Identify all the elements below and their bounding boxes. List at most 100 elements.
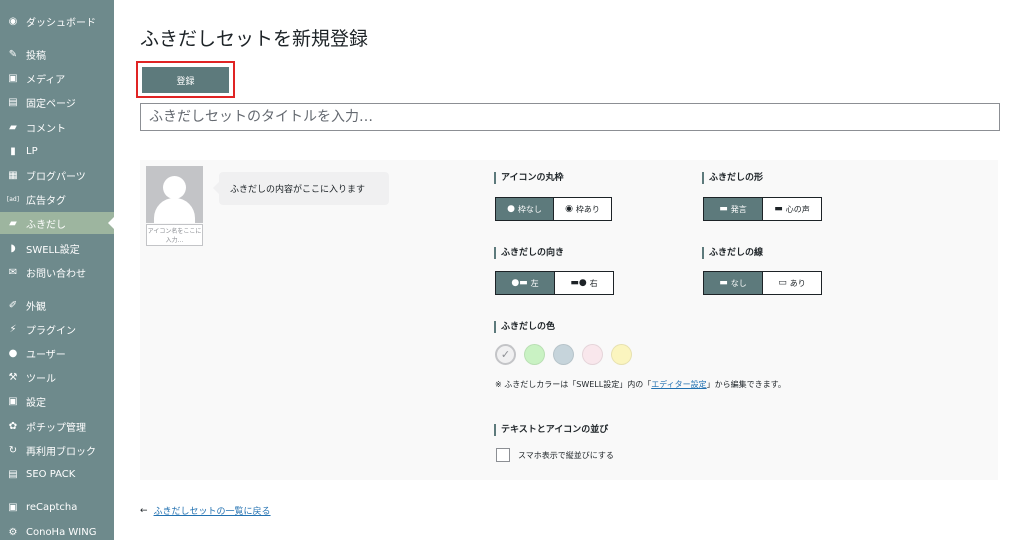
line-none-label: なし [730, 278, 747, 288]
sidebar-item[interactable]: ▰ ふきだし [0, 212, 114, 234]
sidebar-item-label: ConoHa WING [26, 526, 97, 538]
sidebar-item[interactable]: ✿ ポチップ管理 [0, 415, 114, 437]
avatar-head-shape [163, 176, 186, 199]
sidebar-item-label: ユーザー [26, 349, 66, 361]
recaptcha-icon: ▣ [8, 501, 18, 513]
direction-right-option[interactable]: ▬● 右 [554, 272, 613, 294]
main-content: ふきだしセットを新規登録 登録 アイコン名をここに入力... ふきだしの内容がこ… [114, 0, 1024, 540]
sidebar-item-label: ブログパーツ [26, 171, 86, 183]
line-on-option[interactable]: ▭ あり [762, 272, 821, 294]
register-button[interactable]: 登録 [142, 67, 229, 93]
line-on-label: あり [789, 278, 806, 288]
balloon-preview: ふきだしの内容がここに入ります [213, 172, 389, 205]
balloon-icon: ▰ [9, 217, 17, 229]
balloon-outline-icon: ▭ [778, 278, 787, 288]
stack-on-mobile-label: スマホ表示で縦並びにする [518, 450, 614, 460]
direction-left-option[interactable]: ●▬ 左 [496, 272, 554, 294]
swell-icon: ◗ [10, 242, 16, 254]
page-title: ふきだしセットを新規登録 [140, 28, 369, 50]
sidebar-item[interactable]: ✎ 投稿 [0, 43, 114, 65]
direction-toggle: ●▬ 左 ▬● 右 [495, 271, 614, 295]
mail-icon: ✉ [8, 266, 18, 278]
color-note: ※ ふきだしカラーは「SWELL設定」内の「エディター設定」から編集できます。 [495, 379, 786, 390]
right-balloon-icon: ▬● [570, 278, 587, 288]
sidebar-item[interactable]: ✉ お問い合わせ [0, 261, 114, 283]
avatar-placeholder[interactable] [146, 166, 203, 223]
sidebar-item-label: 再利用ブロック [26, 446, 96, 458]
left-balloon-icon: ●▬ [511, 278, 528, 288]
color-swatch-blue[interactable] [553, 344, 574, 365]
sidebar-item[interactable]: ◉ ダッシュボード [0, 10, 114, 32]
stack-on-mobile-checkbox[interactable] [496, 448, 510, 462]
sidebar-item[interactable]: ⚡ プラグイン [0, 318, 114, 340]
balloon-no-line-icon: ▬ [719, 278, 728, 288]
sidebar-item[interactable]: ↻ 再利用ブロック [0, 439, 114, 461]
icon-border-toggle: ● 枠なし ◉ 枠あり [495, 197, 612, 221]
page-icon: ▤ [8, 96, 18, 108]
icon-border-label: アイコンの丸枠 [494, 172, 564, 184]
sidebar-item-label: 設定 [26, 397, 46, 409]
sidebar-item[interactable]: ⚙ ConoHa WING [0, 521, 114, 540]
settings-panel: アイコン名をここに入力... ふきだしの内容がここに入ります アイコンの丸枠 ●… [140, 160, 998, 480]
sidebar-item-label: SEO PACK [26, 468, 76, 480]
sidebar-item-label: プラグイン [26, 325, 76, 337]
sidebar-item[interactable]: ◗ SWELL設定 [0, 237, 114, 259]
sidebar-item[interactable]: ▰ コメント [0, 116, 114, 138]
comment-icon: ▰ [9, 121, 17, 133]
dashboard-icon: ◉ [8, 15, 18, 27]
sidebar-item-label: お問い合わせ [26, 268, 86, 280]
avatar-body-shape [154, 198, 195, 223]
user-icon: ● [507, 204, 515, 214]
wrench-icon: ⚒ [8, 371, 18, 383]
circle-user-icon: ◉ [565, 204, 573, 214]
sidebar-item[interactable]: ▤ 固定ページ [0, 91, 114, 113]
pin-icon: ✎ [8, 48, 18, 60]
sidebar-item[interactable]: ▣ 設定 [0, 390, 114, 412]
back-link-row: ← ふきだしセットの一覧に戻る [140, 504, 271, 518]
icon-border-none-option[interactable]: ● 枠なし [496, 198, 553, 220]
direction-label: ふきだしの向き [494, 247, 564, 259]
icon-border-on-option[interactable]: ◉ 枠あり [553, 198, 611, 220]
editor-settings-link[interactable]: エディター設定 [651, 380, 706, 389]
sidebar-item-label: SWELL設定 [26, 244, 80, 256]
color-note-suffix: 」から編集できます。 [706, 380, 786, 389]
shape-speech-label: 発言 [730, 204, 747, 214]
sidebar-item-label: LP [26, 145, 38, 157]
media-icon: ▣ [8, 72, 18, 84]
color-swatch-yellow[interactable] [611, 344, 632, 365]
order-label: テキストとアイコンの並び [494, 424, 608, 436]
grid-icon: ▦ [8, 169, 18, 181]
direction-right-label: 右 [589, 278, 598, 288]
shape-thought-option[interactable]: ▬ 心の声 [762, 198, 821, 220]
sidebar-item-label: 外観 [26, 301, 46, 313]
icon-border-on-label: 枠あり [575, 204, 600, 214]
sidebar-item[interactable]: ▮ LP [0, 140, 114, 162]
line-none-option[interactable]: ▬ なし [704, 272, 762, 294]
register-highlight-box: 登録 [136, 61, 235, 98]
sidebar-item[interactable]: [ad] 広告タグ [0, 188, 114, 210]
sidebar-item[interactable]: ▣ メディア [0, 67, 114, 89]
color-swatch-default[interactable]: ✓ [495, 344, 516, 365]
sidebar-item[interactable]: ● ユーザー [0, 342, 114, 364]
admin-sidebar: ◉ ダッシュボード ✎ 投稿 ▣ メディア ▤ 固定ページ ▰ コメント ▮ LP ▦ ブログパーツ [ad… [0, 0, 114, 540]
brush-icon: ✐ [8, 299, 18, 311]
sidebar-item-label: メディア [26, 74, 66, 86]
sidebar-item[interactable]: ▤ SEO PACK [0, 463, 114, 485]
settings-icon: ▣ [8, 395, 18, 407]
sidebar-item[interactable]: ▦ ブログパーツ [0, 164, 114, 186]
color-swatches: ✓ [495, 344, 632, 365]
arrow-left-icon: ← [140, 505, 148, 516]
color-swatch-green[interactable] [524, 344, 545, 365]
back-to-list-link[interactable]: ふきだしセットの一覧に戻る [154, 504, 271, 517]
sidebar-item-label: 固定ページ [26, 98, 76, 110]
color-swatch-red[interactable] [582, 344, 603, 365]
title-input[interactable] [140, 103, 1000, 131]
sidebar-item[interactable]: ▣ reCaptcha [0, 496, 114, 518]
shape-speech-option[interactable]: ▬ 発言 [704, 198, 762, 220]
sidebar-item[interactable]: ⚒ ツール [0, 366, 114, 388]
shape-toggle: ▬ 発言 ▬ 心の声 [703, 197, 822, 221]
icon-name-field[interactable]: アイコン名をここに入力... [146, 224, 203, 246]
line-toggle: ▬ なし ▭ あり [703, 271, 822, 295]
sidebar-item[interactable]: ✐ 外観 [0, 294, 114, 316]
direction-left-label: 左 [530, 278, 539, 288]
